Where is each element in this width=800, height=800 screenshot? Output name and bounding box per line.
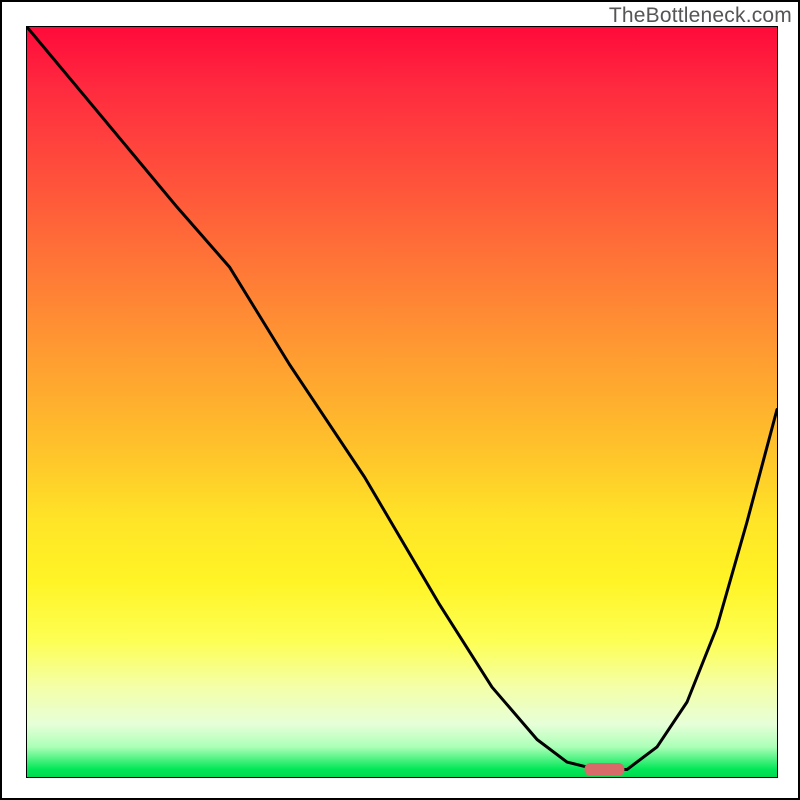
curve-svg (27, 27, 777, 777)
watermark-text: TheBottleneck.com (609, 4, 792, 28)
chart-frame: TheBottleneck.com (0, 0, 800, 800)
bottleneck-curve (27, 27, 777, 770)
plot-area (26, 26, 778, 778)
optimal-marker (585, 763, 625, 776)
